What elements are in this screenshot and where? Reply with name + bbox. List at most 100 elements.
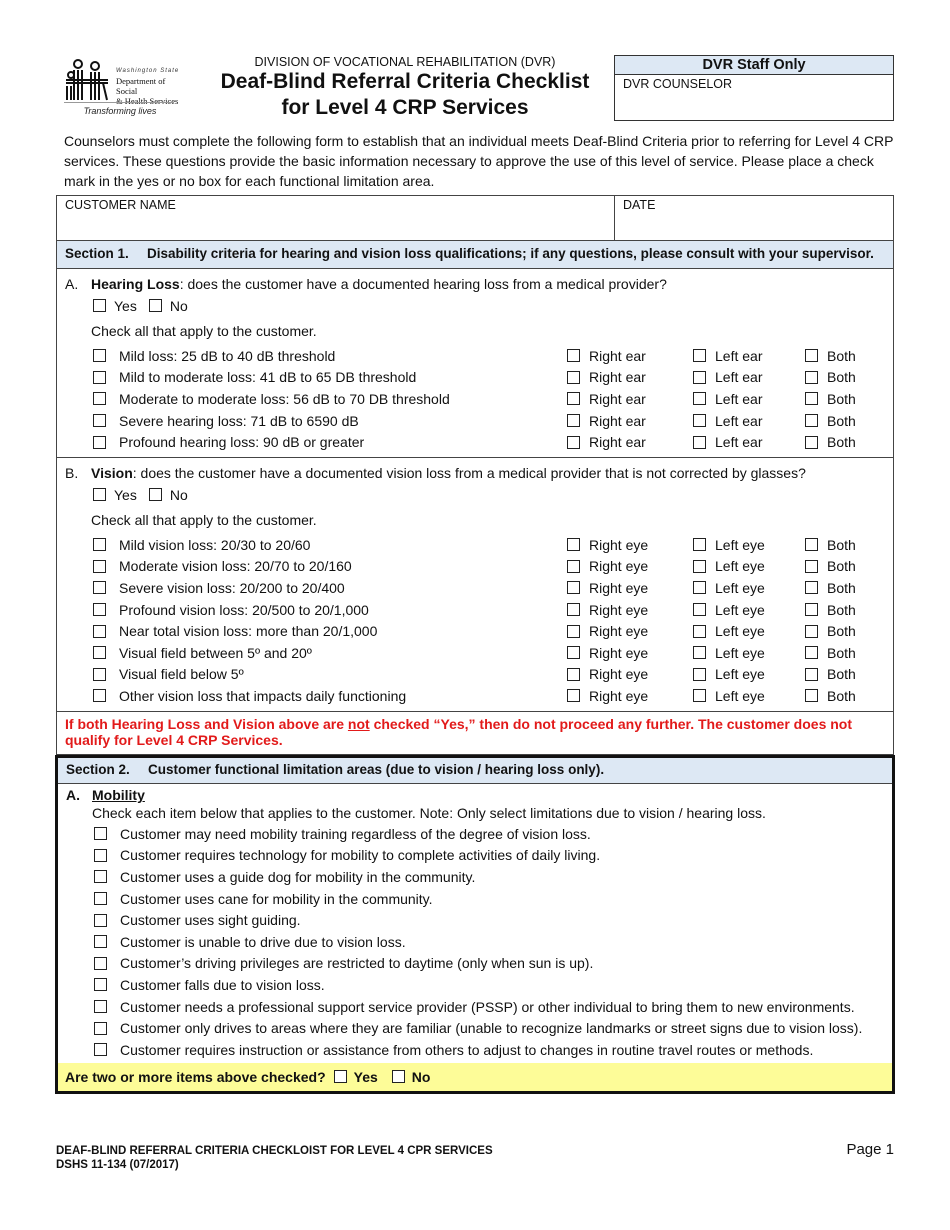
vision-both-option[interactable]: Both	[805, 688, 885, 704]
vision-both-checkbox[interactable]	[805, 538, 818, 552]
vision-yes-option[interactable]: Yes	[93, 487, 137, 503]
vision-criteria-checkbox[interactable]	[93, 646, 106, 660]
hearing-both-option[interactable]: Both	[805, 391, 885, 407]
hearing-criteria-option[interactable]: Profound hearing loss: 90 dB or greater	[57, 434, 567, 450]
vision-both-checkbox[interactable]	[805, 603, 818, 617]
mobility-item[interactable]: Customer only drives to areas where they…	[58, 1017, 892, 1039]
hearing-both-option[interactable]: Both	[805, 434, 885, 450]
mobility-item-checkbox[interactable]	[94, 1021, 107, 1035]
mobility-item-checkbox[interactable]	[94, 978, 107, 992]
vision-both-checkbox[interactable]	[805, 667, 818, 681]
vision-right-option[interactable]: Right eye	[567, 666, 693, 682]
hearing-right-checkbox[interactable]	[567, 435, 580, 449]
hearing-both-checkbox[interactable]	[805, 414, 818, 428]
vision-criteria-option[interactable]: Visual field between 5º and 20º	[57, 645, 567, 661]
vision-right-checkbox[interactable]	[567, 667, 580, 681]
hearing-left-option[interactable]: Left ear	[693, 434, 805, 450]
vision-right-option[interactable]: Right eye	[567, 623, 693, 639]
vision-left-option[interactable]: Left eye	[693, 558, 805, 574]
mobility-item[interactable]: Customer requires instruction or assista…	[58, 1039, 892, 1061]
hearing-yes-checkbox[interactable]	[93, 299, 106, 312]
vision-both-option[interactable]: Both	[805, 623, 885, 639]
mobility-item[interactable]: Customer may need mobility training rega…	[58, 823, 892, 845]
hearing-criteria-option[interactable]: Mild to moderate loss: 41 dB to 65 DB th…	[57, 369, 567, 385]
hearing-criteria-checkbox[interactable]	[93, 435, 106, 449]
vision-yes-checkbox[interactable]	[93, 488, 106, 501]
vision-criteria-checkbox[interactable]	[93, 624, 106, 638]
vision-both-checkbox[interactable]	[805, 559, 818, 573]
hearing-criteria-option[interactable]: Moderate to moderate loss: 56 dB to 70 D…	[57, 391, 567, 407]
vision-right-checkbox[interactable]	[567, 559, 580, 573]
two-or-more-no-checkbox[interactable]	[391, 1070, 405, 1084]
vision-criteria-checkbox[interactable]	[93, 581, 106, 595]
hearing-both-checkbox[interactable]	[805, 370, 818, 384]
vision-both-option[interactable]: Both	[805, 558, 885, 574]
hearing-no-checkbox[interactable]	[148, 299, 162, 312]
mobility-item-checkbox[interactable]	[94, 892, 107, 906]
hearing-both-checkbox[interactable]	[805, 392, 818, 406]
hearing-left-checkbox[interactable]	[693, 435, 706, 449]
hearing-left-checkbox[interactable]	[693, 414, 706, 428]
vision-criteria-option[interactable]: Mild vision loss: 20/30 to 20/60	[57, 537, 567, 553]
mobility-item[interactable]: Customer’s driving privileges are restri…	[58, 953, 892, 975]
mobility-item[interactable]: Customer falls due to vision loss.	[58, 974, 892, 996]
vision-both-option[interactable]: Both	[805, 666, 885, 682]
vision-left-option[interactable]: Left eye	[693, 623, 805, 639]
mobility-item[interactable]: Customer needs a professional support se…	[58, 996, 892, 1018]
mobility-item-checkbox[interactable]	[94, 827, 107, 841]
vision-left-checkbox[interactable]	[693, 603, 706, 617]
date-field[interactable]: DATE	[615, 196, 893, 240]
vision-left-option[interactable]: Left eye	[693, 580, 805, 596]
vision-left-checkbox[interactable]	[693, 667, 706, 681]
hearing-left-option[interactable]: Left ear	[693, 391, 805, 407]
vision-left-checkbox[interactable]	[693, 624, 706, 638]
vision-both-checkbox[interactable]	[805, 624, 818, 638]
vision-both-option[interactable]: Both	[805, 537, 885, 553]
vision-criteria-checkbox[interactable]	[93, 603, 106, 617]
vision-left-checkbox[interactable]	[693, 581, 706, 595]
hearing-left-option[interactable]: Left ear	[693, 413, 805, 429]
vision-criteria-option[interactable]: Moderate vision loss: 20/70 to 20/160	[57, 558, 567, 574]
hearing-right-option[interactable]: Right ear	[567, 413, 693, 429]
vision-left-checkbox[interactable]	[693, 538, 706, 552]
hearing-criteria-option[interactable]: Mild loss: 25 dB to 40 dB threshold	[57, 348, 567, 364]
vision-left-option[interactable]: Left eye	[693, 645, 805, 661]
vision-no-option[interactable]: No	[148, 487, 188, 503]
vision-both-option[interactable]: Both	[805, 580, 885, 596]
hearing-left-checkbox[interactable]	[693, 349, 706, 363]
hearing-criteria-checkbox[interactable]	[93, 392, 106, 406]
vision-both-checkbox[interactable]	[805, 689, 818, 703]
hearing-criteria-checkbox[interactable]	[93, 414, 106, 428]
mobility-item-checkbox[interactable]	[94, 1043, 107, 1057]
vision-criteria-checkbox[interactable]	[93, 689, 106, 703]
vision-both-checkbox[interactable]	[805, 646, 818, 660]
hearing-right-checkbox[interactable]	[567, 392, 580, 406]
hearing-criteria-checkbox[interactable]	[93, 349, 106, 363]
vision-criteria-option[interactable]: Other vision loss that impacts daily fun…	[57, 688, 567, 704]
hearing-both-option[interactable]: Both	[805, 369, 885, 385]
vision-right-option[interactable]: Right eye	[567, 537, 693, 553]
mobility-item[interactable]: Customer uses cane for mobility in the c…	[58, 888, 892, 910]
hearing-right-checkbox[interactable]	[567, 349, 580, 363]
vision-right-option[interactable]: Right eye	[567, 602, 693, 618]
vision-right-option[interactable]: Right eye	[567, 558, 693, 574]
vision-criteria-option[interactable]: Profound vision loss: 20/500 to 20/1,000	[57, 602, 567, 618]
vision-left-option[interactable]: Left eye	[693, 666, 805, 682]
vision-no-checkbox[interactable]	[148, 488, 162, 501]
mobility-item[interactable]: Customer uses sight guiding.	[58, 909, 892, 931]
hearing-right-checkbox[interactable]	[567, 370, 580, 384]
vision-right-checkbox[interactable]	[567, 603, 580, 617]
vision-left-option[interactable]: Left eye	[693, 688, 805, 704]
two-or-more-yes-checkbox[interactable]	[333, 1070, 347, 1084]
mobility-item-checkbox[interactable]	[94, 956, 107, 970]
vision-both-option[interactable]: Both	[805, 602, 885, 618]
hearing-left-checkbox[interactable]	[693, 392, 706, 406]
vision-left-option[interactable]: Left eye	[693, 537, 805, 553]
vision-left-checkbox[interactable]	[693, 559, 706, 573]
vision-left-option[interactable]: Left eye	[693, 602, 805, 618]
hearing-yes-option[interactable]: Yes	[93, 298, 137, 314]
mobility-item[interactable]: Customer uses a guide dog for mobility i…	[58, 866, 892, 888]
vision-both-checkbox[interactable]	[805, 581, 818, 595]
vision-criteria-checkbox[interactable]	[93, 667, 106, 681]
hearing-both-checkbox[interactable]	[805, 435, 818, 449]
